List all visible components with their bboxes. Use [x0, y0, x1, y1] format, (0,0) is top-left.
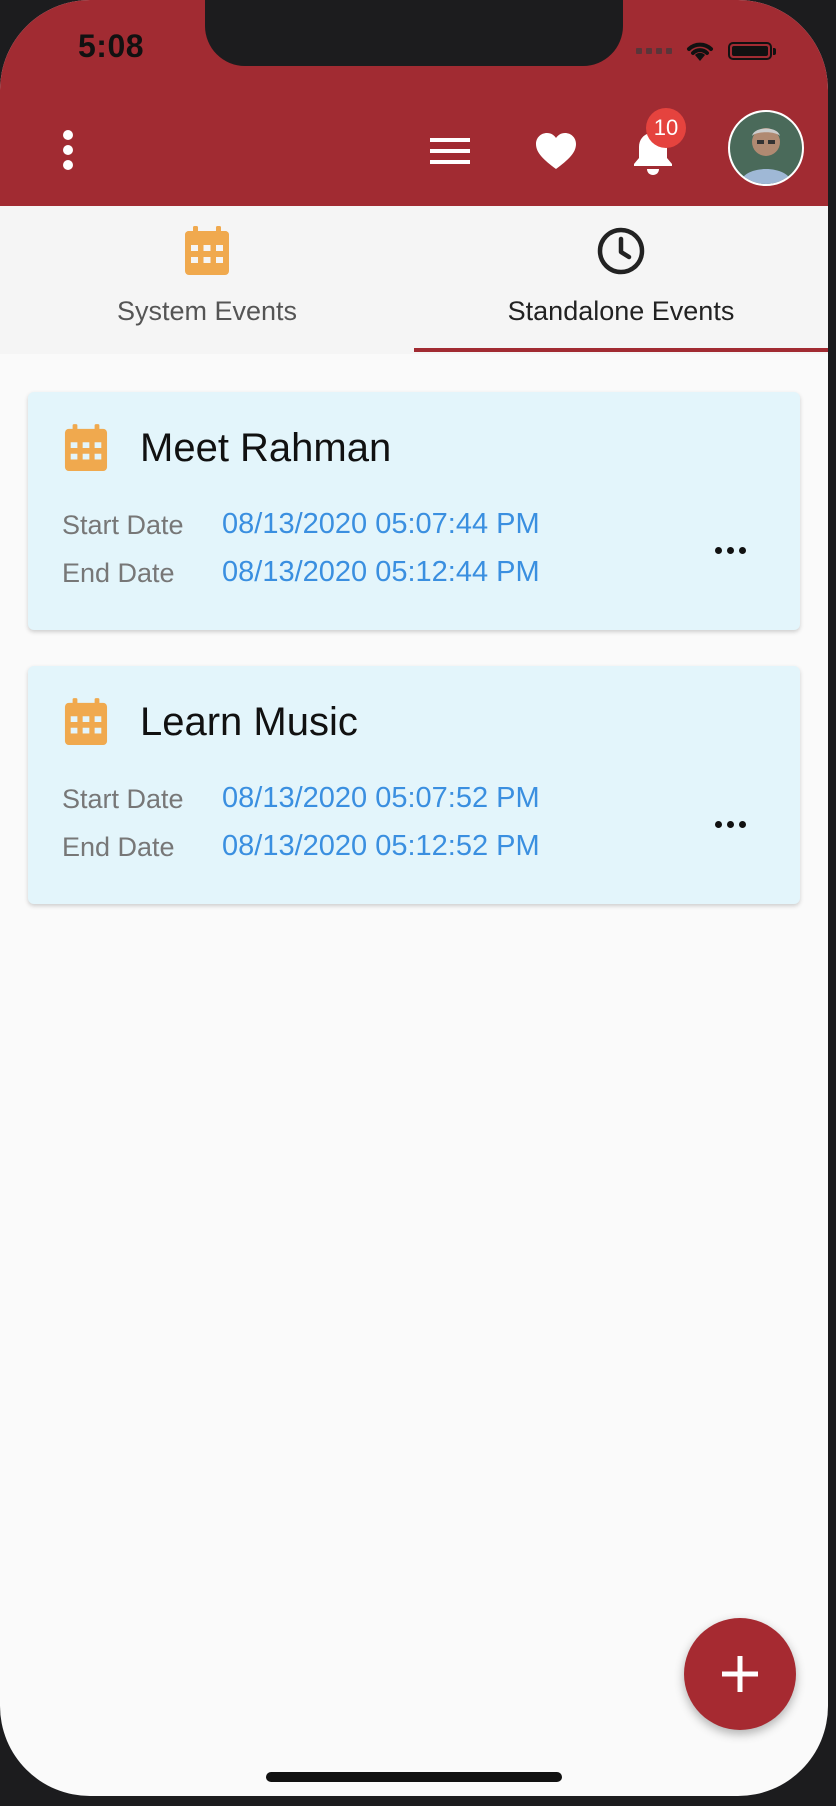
end-date-label: End Date: [62, 832, 175, 862]
more-options-icon[interactable]: [702, 812, 758, 836]
cellular-signal-icon: [636, 48, 672, 54]
start-date-value: 08/13/2020 05:07:44 PM: [222, 508, 540, 540]
status-bar-time: 5:08: [78, 28, 145, 64]
end-date-value: 08/13/2020 05:12:44 PM: [222, 556, 540, 588]
calendar-icon: [64, 424, 108, 471]
user-avatar[interactable]: [728, 110, 804, 186]
wifi-icon: [687, 42, 713, 61]
plus-icon: [722, 1656, 758, 1692]
tab-standalone-events[interactable]: Standalone Events: [414, 206, 828, 354]
more-vertical-icon[interactable]: [48, 128, 88, 172]
event-title: Meet Rahman: [140, 426, 392, 470]
calendar-icon: [64, 698, 108, 745]
home-indicator[interactable]: [266, 1772, 562, 1782]
phone-screen: 5:08 10 System Events Standalone Events …: [0, 0, 828, 1796]
device-notch: [205, 0, 623, 66]
notification-count-badge: 10: [646, 108, 686, 148]
end-date-label: End Date: [62, 558, 175, 588]
tab-label: Standalone Events: [507, 296, 735, 326]
more-options-icon[interactable]: [702, 538, 758, 562]
event-tabs: System Events Standalone Events: [0, 206, 828, 354]
hamburger-menu-icon[interactable]: [426, 130, 474, 172]
start-date-label: Start Date: [62, 784, 184, 814]
tab-system-events[interactable]: System Events: [0, 206, 414, 354]
event-card[interactable]: Meet Rahman Start Date 08/13/2020 05:07:…: [28, 392, 800, 630]
selected-tab-indicator: [414, 348, 828, 352]
app-bar: 5:08 10: [0, 0, 828, 206]
start-date-label: Start Date: [62, 510, 184, 540]
event-title: Learn Music: [140, 700, 358, 744]
status-bar-indicators: [636, 34, 776, 68]
clock-icon: [597, 227, 645, 275]
tab-label: System Events: [116, 296, 298, 326]
heart-icon[interactable]: [532, 128, 580, 174]
add-event-button[interactable]: [684, 1618, 796, 1730]
event-card[interactable]: Learn Music Start Date 08/13/2020 05:07:…: [28, 666, 800, 904]
calendar-icon: [185, 226, 229, 275]
start-date-value: 08/13/2020 05:07:52 PM: [222, 782, 540, 814]
end-date-value: 08/13/2020 05:12:52 PM: [222, 830, 540, 862]
battery-icon: [728, 42, 776, 60]
